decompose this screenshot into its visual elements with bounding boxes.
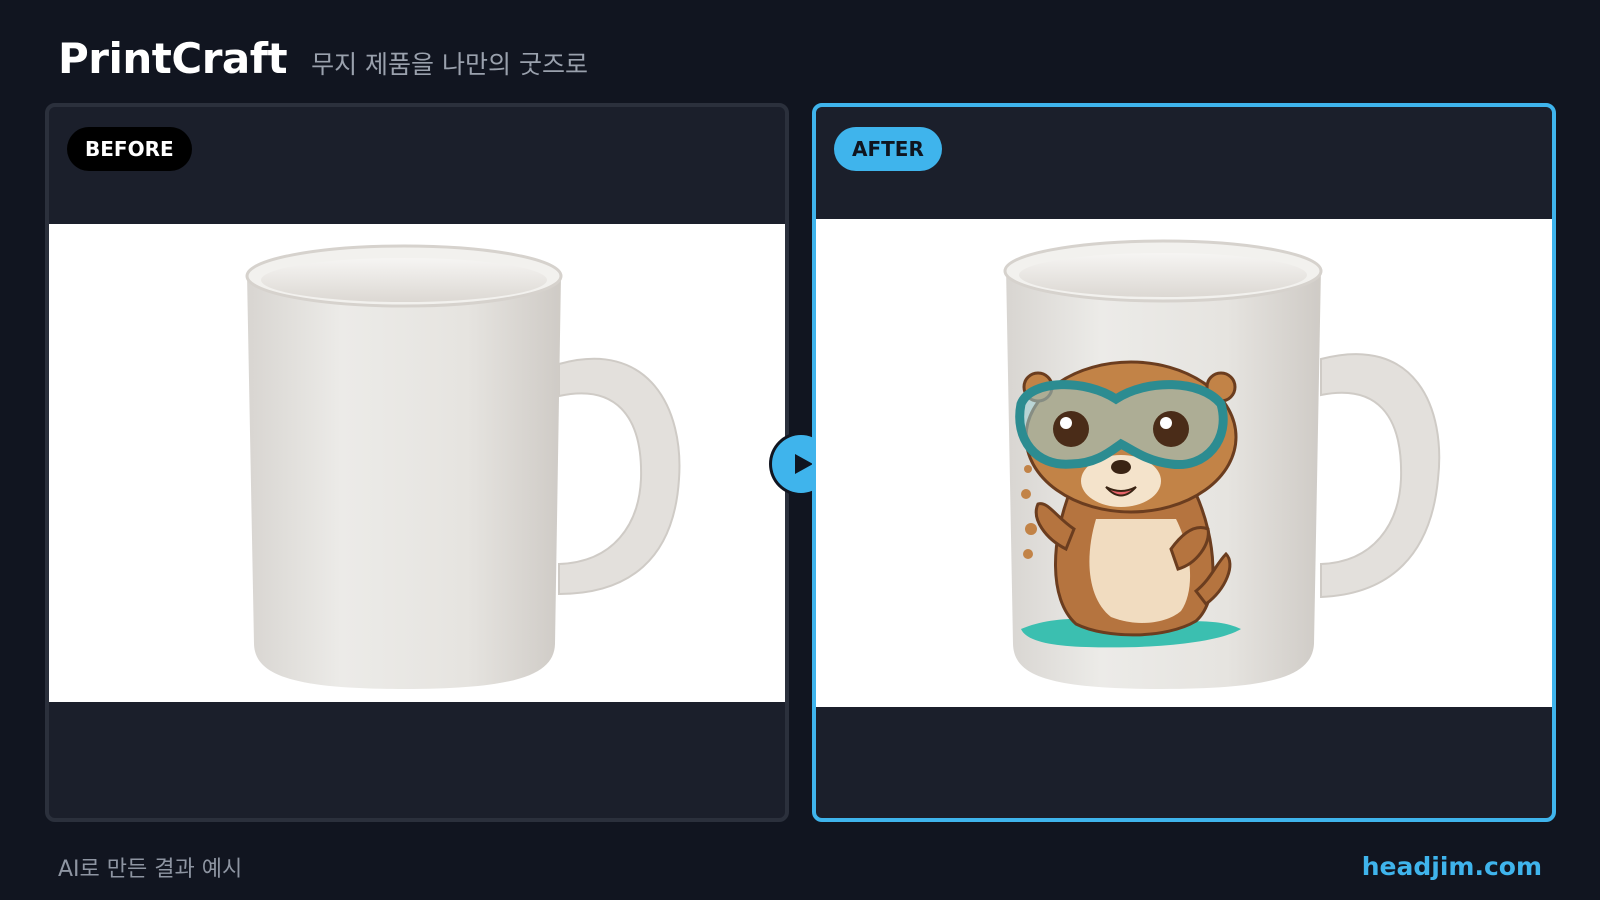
site-link[interactable]: headjim.com (1362, 852, 1542, 881)
brand-logo-text: PrintCraft (58, 34, 288, 83)
tagline: 무지 제품을 나만의 굿즈로 (311, 50, 588, 79)
after-badge: AFTER (834, 127, 942, 171)
before-badge: BEFORE (67, 127, 192, 171)
after-panel: AFTER (812, 103, 1556, 822)
after-mug-image (816, 219, 1552, 707)
example-caption: AI로 만든 결과 예시 (58, 857, 243, 882)
header: PrintCraft 무지 제품을 나만의 굿즈로 (58, 34, 588, 83)
before-mug-image (49, 224, 785, 702)
before-panel: BEFORE (45, 103, 789, 822)
